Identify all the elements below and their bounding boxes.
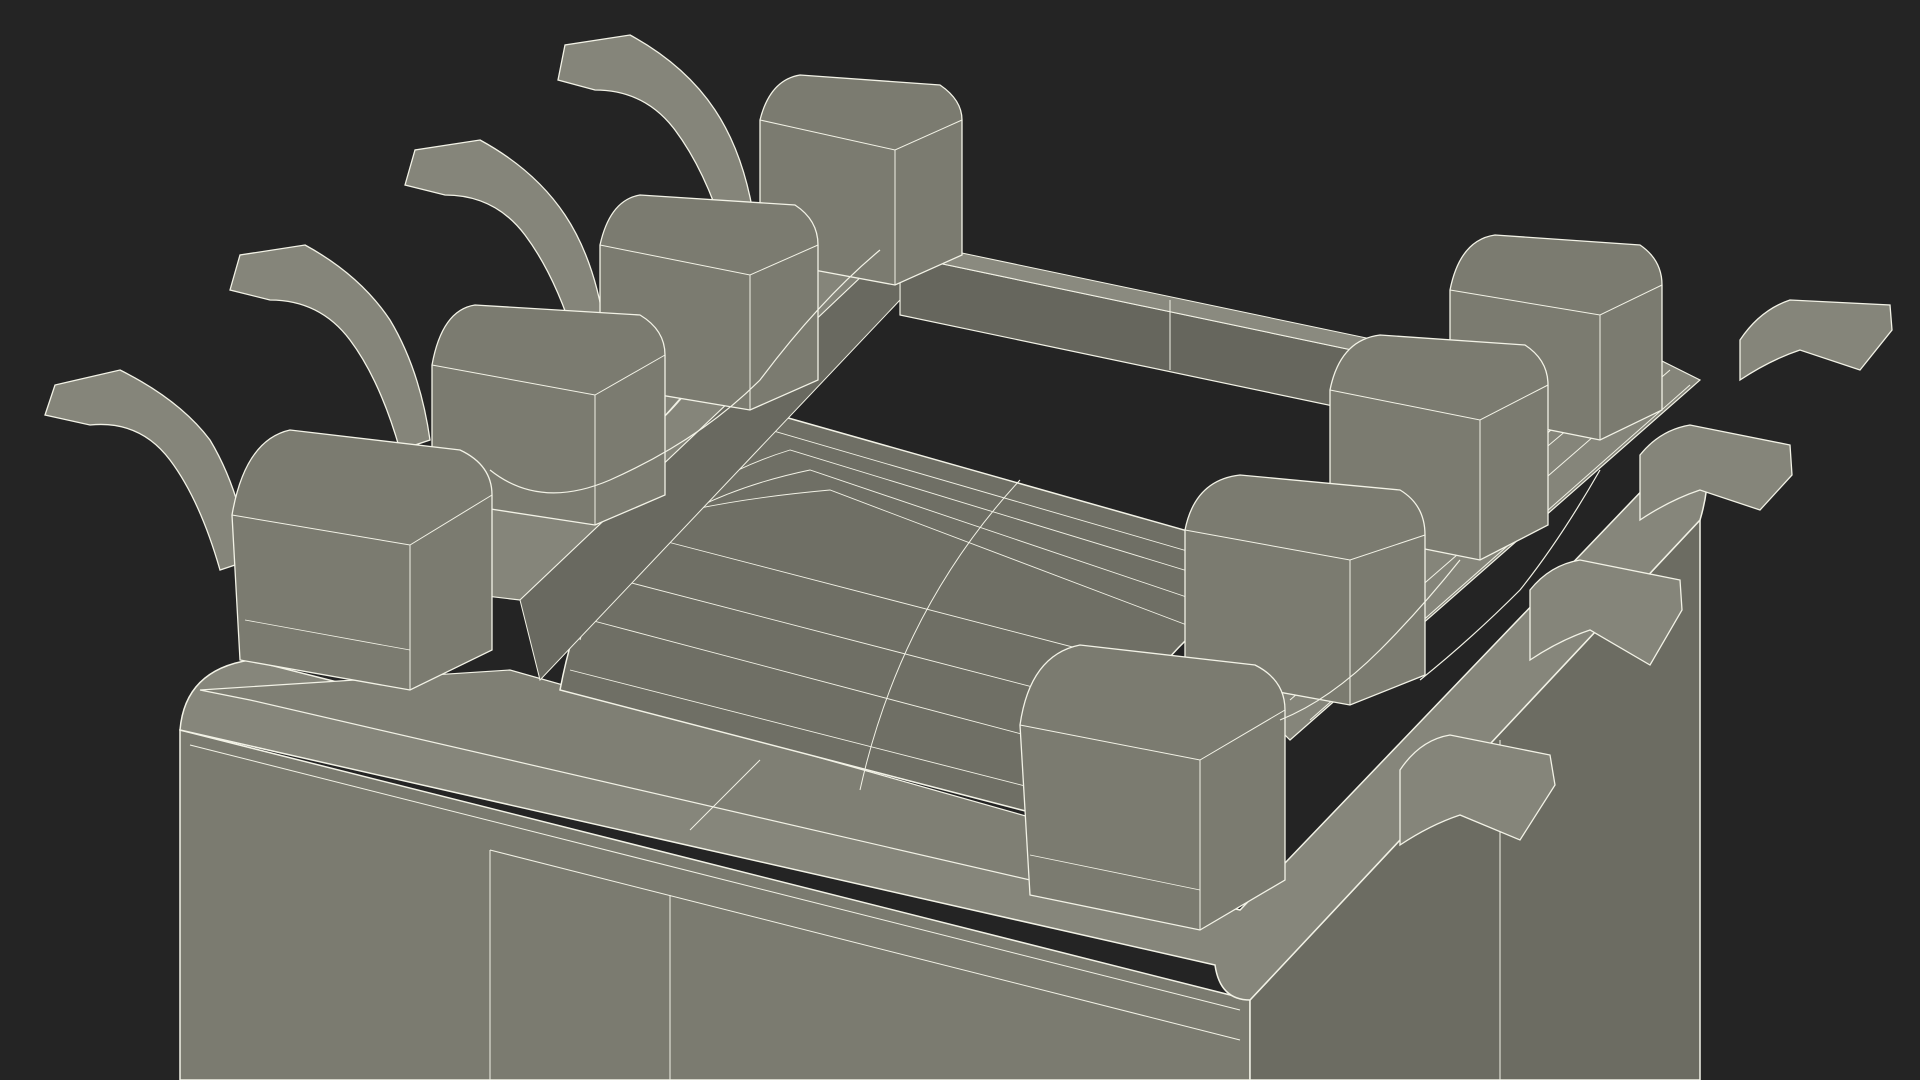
viewport: [0, 0, 1920, 1080]
wireframe-scene: [0, 0, 1920, 1080]
terminal-block-right-1: [1019, 644, 1286, 931]
terminal-block-left-1: [231, 429, 493, 691]
